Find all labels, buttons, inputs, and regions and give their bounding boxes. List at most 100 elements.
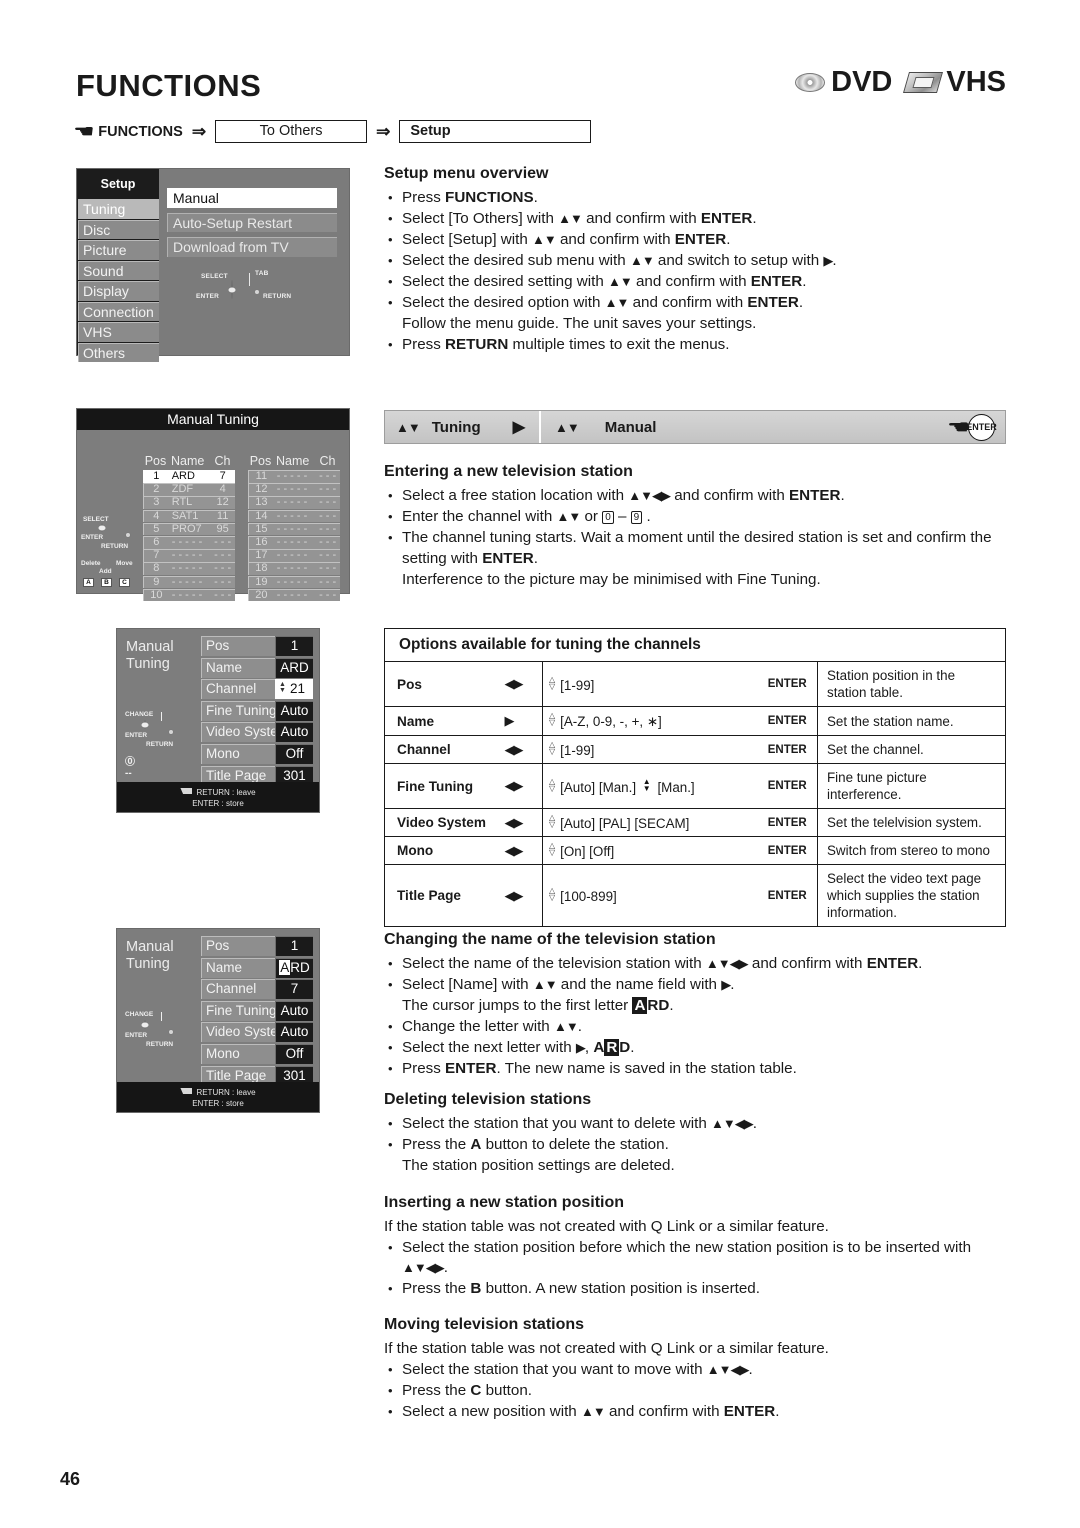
option-enter-label: ENTER xyxy=(757,735,818,764)
station-table-row[interactable]: 10 - - - - - - - - xyxy=(143,588,235,602)
station-pos: 13 xyxy=(255,496,268,509)
setup-option-download-from-tv[interactable]: Download from TV xyxy=(167,237,337,257)
options-table-row: Fine Tuning ◀▶ △ ▽ [Auto] [Man.] ▲ ▼ [Man.] EN… xyxy=(384,763,1006,809)
options-table-row: Mono ◀▶ △ ▽ [On] [Off] ENTER Switch from stere… xyxy=(384,836,1006,865)
detail-2-field-value[interactable]: 7 xyxy=(275,979,313,1000)
pointing-hand-icon: ☚ xyxy=(73,121,95,141)
colorkey-button-a[interactable]: A xyxy=(83,578,94,587)
sidebar-item-disc[interactable]: Disc xyxy=(78,219,159,239)
detail-1-field-row[interactable]: Mono Off xyxy=(201,743,313,764)
station-table-row[interactable]: 18 - - - - - - - - xyxy=(248,562,340,575)
sidebar-item-tuning[interactable]: Tuning xyxy=(78,199,159,219)
station-table-row[interactable]: 6 - - - - - - - - xyxy=(143,535,235,549)
instruction-item: Select the desired setting with ▲▼ and c… xyxy=(384,272,1006,293)
detail-2-field-key: Mono xyxy=(201,1043,275,1064)
entering-station-heading: Entering a new television station xyxy=(384,463,633,480)
name-cursor-letter: A xyxy=(279,959,291,975)
nav-bar-enter-hint: ☚ ENTER xyxy=(947,413,997,441)
detail-1-field-row[interactable]: Name ARD xyxy=(201,657,313,678)
detail-2-field-value[interactable]: 1 xyxy=(275,936,313,956)
station-table-row[interactable]: 4 SAT1 11 xyxy=(143,509,235,523)
col-header-name: Name xyxy=(171,454,205,468)
detail-1-footer-line2: ENTER : store xyxy=(192,799,244,808)
sidebar-item-display[interactable]: Display xyxy=(78,281,159,301)
station-ch: - - - xyxy=(319,562,337,575)
instruction-item: Press the A button to delete the station… xyxy=(384,1135,1006,1156)
breadcrumb-step-setup[interactable]: Setup xyxy=(399,120,592,143)
nav-bar-manual-cell[interactable]: ▲▼ Manual ☚ ENTER xyxy=(541,411,1005,443)
detail-2-field-row[interactable]: Mono Off xyxy=(201,1043,313,1064)
station-table-row[interactable]: 1 ARD 7 xyxy=(143,470,235,483)
sidebar-item-vhs[interactable]: VHS xyxy=(78,322,159,342)
station-table-header-2: Pos Name Ch xyxy=(248,455,340,470)
detail-1-field-value[interactable]: ARD xyxy=(275,657,313,678)
detail-1-field-row[interactable]: Fine Tuning Auto xyxy=(201,700,313,721)
station-table-row[interactable]: 2 ZDF 4 xyxy=(143,483,235,496)
detail-1-field-row[interactable]: Video SystemAuto xyxy=(201,722,313,743)
detail-2-field-value[interactable]: Auto xyxy=(275,1000,313,1021)
detail-2-hint-change: CHANGE xyxy=(125,1011,154,1018)
moving-stations-list: Select the station that you want to move… xyxy=(384,1360,1006,1423)
station-table-row[interactable]: 13 - - - - - - - - xyxy=(248,496,340,509)
setup-option-auto-setup-restart[interactable]: Auto-Setup Restart xyxy=(167,212,337,232)
colorkey-button-c[interactable]: C xyxy=(119,578,130,587)
option-name: Channel xyxy=(384,735,503,764)
station-table-row[interactable]: 19 - - - - - - - - xyxy=(248,575,340,589)
detail-1-field-value[interactable]: Auto xyxy=(275,700,313,721)
breadcrumb-step-to-others[interactable]: To Others xyxy=(215,120,368,143)
detail-1-field-row[interactable]: Pos 1 xyxy=(201,636,313,656)
option-name: Fine Tuning xyxy=(384,763,503,809)
station-table-row[interactable]: 12 - - - - - - - - xyxy=(248,483,340,496)
station-table-row[interactable]: 11 - - - - - - - - xyxy=(248,470,340,483)
option-range: △ ▽ [1-99] xyxy=(542,735,758,764)
nav-bar-tuning-cell[interactable]: ▲▼ Tuning ▶ xyxy=(385,411,541,443)
enter-button-icon[interactable]: ENTER xyxy=(966,413,997,441)
detail-1-field-value[interactable]: Off xyxy=(275,743,313,764)
leftright-arrows-icon: ◀▶ xyxy=(504,842,524,858)
station-ch: - - - xyxy=(319,549,337,562)
sidebar-item-sound[interactable]: Sound xyxy=(78,260,159,280)
detail-2-field-row[interactable]: Fine Tuning Auto xyxy=(201,1000,313,1021)
station-table-row[interactable]: 7 - - - - - - - - xyxy=(143,549,235,562)
detail-2-footer: RETURN : leave ENTER : store xyxy=(117,1082,319,1112)
sidebar-item-others[interactable]: Others xyxy=(78,342,159,362)
setup-option-manual[interactable]: Manual xyxy=(167,188,337,208)
detail-2-field-value[interactable]: ARD xyxy=(275,957,313,978)
option-name: Mono xyxy=(384,836,503,865)
station-table-row[interactable]: 15 - - - - - - - - xyxy=(248,522,340,536)
detail-1-field-value[interactable]: ▲ ▼ 21 xyxy=(275,679,313,700)
detail-1-field-value[interactable]: Auto xyxy=(275,722,313,743)
sidebar-item-connection[interactable]: Connection xyxy=(78,301,159,321)
sidebar-item-picture[interactable]: Picture xyxy=(78,240,159,260)
detail-2-field-row[interactable]: Video SystemAuto xyxy=(201,1022,313,1043)
detail-1-label: Manual Tuning xyxy=(126,639,174,673)
station-table-row[interactable]: 20 - - - - - - - - xyxy=(248,588,340,602)
detail-2-field-value[interactable]: Off xyxy=(275,1043,313,1064)
station-table-row[interactable]: 16 - - - - - - - - xyxy=(248,535,340,549)
option-description: Switch from stereo to mono xyxy=(817,836,1006,865)
colorkey-button-b[interactable]: B xyxy=(101,578,112,587)
option-name: Name xyxy=(384,706,503,736)
inserting-station-list: Select the station position before which… xyxy=(384,1238,1006,1300)
colorkey-label-move: Move xyxy=(116,560,133,567)
detail-1-field-row[interactable]: Channel ▲ ▼ 21 xyxy=(201,679,313,700)
station-ch: - - - xyxy=(214,549,232,562)
station-table-row[interactable]: 17 - - - - - - - - xyxy=(248,549,340,562)
options-table-row: Channel ◀▶ △ ▽ [1-99] ENTER Set the channel. xyxy=(384,735,1006,764)
station-table-row[interactable]: 8 - - - - - - - - xyxy=(143,562,235,575)
instruction-item: Press the B button. A new station positi… xyxy=(384,1279,1006,1300)
breadcrumb-root: FUNCTIONS xyxy=(98,123,183,140)
option-enter-label: ENTER xyxy=(757,864,818,927)
station-table-row[interactable]: 3 RTL 12 xyxy=(143,496,235,509)
tuning-manual-path-bar: ▲▼ Tuning ▶ ▲▼ Manual ☚ ENTER xyxy=(384,410,1006,444)
station-table-row[interactable]: 5 PRO7 95 xyxy=(143,522,235,536)
station-pos: 8 xyxy=(153,562,160,575)
detail-2-field-row[interactable]: Name ARD xyxy=(201,957,313,978)
detail-1-field-value[interactable]: 1 xyxy=(275,636,313,656)
detail-2-field-value[interactable]: Auto xyxy=(275,1022,313,1043)
detail-2-field-row[interactable]: Pos 1 xyxy=(201,936,313,956)
setup-overview-section: Setup menu overview Press FUNCTIONS.Sele… xyxy=(384,164,1006,356)
station-table-row[interactable]: 14 - - - - - - - - xyxy=(248,509,340,523)
detail-2-field-row[interactable]: Channel 7 xyxy=(201,979,313,1000)
station-table-row[interactable]: 9 - - - - - - - - xyxy=(143,575,235,589)
